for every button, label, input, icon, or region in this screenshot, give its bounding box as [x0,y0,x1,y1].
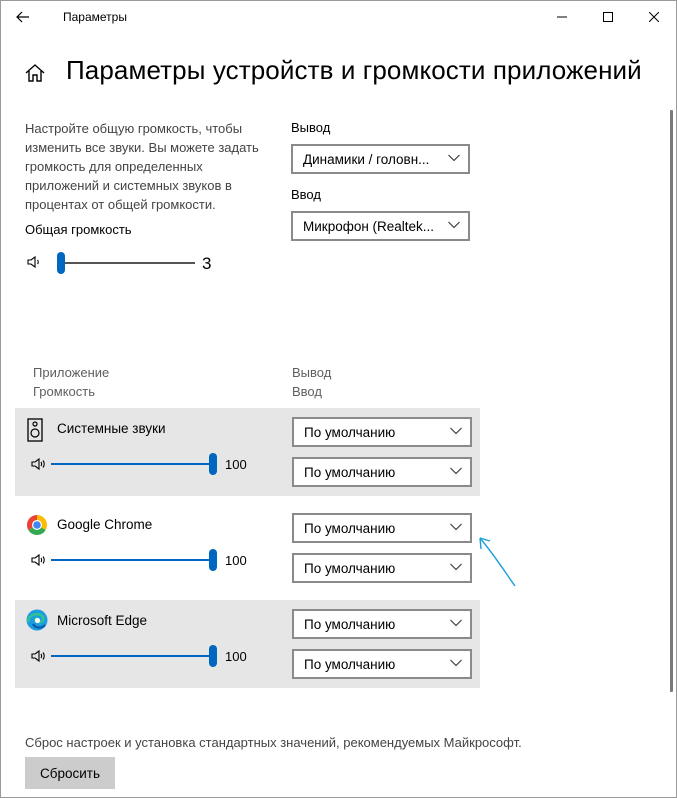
minimize-button[interactable] [539,0,585,34]
input-device-select[interactable]: Микрофон (Realtek... [291,211,470,241]
reset-description: Сброс настроек и установка стандартных з… [25,735,522,750]
column-volume: Громкость [33,384,95,399]
chevron-down-icon [448,154,460,162]
back-button[interactable] [8,4,38,30]
app-volume-thumb[interactable] [209,549,217,571]
app-volume-track[interactable] [51,463,214,465]
chevron-down-icon [450,467,462,475]
app-name-google-chrome: Google Chrome [57,517,153,532]
chevron-down-icon [450,563,462,571]
master-volume-track[interactable] [57,262,195,264]
chevron-down-icon [450,523,462,531]
chevron-down-icon [448,221,460,229]
master-volume-thumb[interactable] [57,252,65,274]
app-output-select[interactable]: По умолчанию [292,609,472,639]
app-output-value: По умолчанию [304,616,396,632]
column-input: Ввод [292,384,322,399]
chevron-down-icon [450,659,462,667]
output-device-value: Динамики / головн... [303,151,430,167]
home-icon[interactable] [24,62,46,84]
description-text: Настройте общую громкость, чтобы изменит… [25,121,259,212]
reset-button[interactable]: Сбросить [25,757,115,789]
app-input-select[interactable]: По умолчанию [292,649,472,679]
app-input-select[interactable]: По умолчанию [292,457,472,487]
master-volume-value: 3 [202,254,212,273]
column-app: Приложение [33,365,110,380]
output-device-select[interactable]: Динамики / головн... [291,144,470,174]
window-title: Параметры [63,10,127,24]
app-volume-value: 100 [225,457,247,472]
app-volume-thumb[interactable] [209,645,217,667]
app-input-value: По умолчанию [304,656,396,672]
app-output-select[interactable]: По умолчанию [292,417,472,447]
app-volume-track[interactable] [51,655,214,657]
system-sounds-icon [27,418,43,442]
app-output-select[interactable]: По умолчанию [292,513,472,543]
maximize-icon [603,12,613,22]
output-label: Вывод [291,120,331,135]
app-volume-thumb[interactable] [209,453,217,475]
chevron-down-icon [450,619,462,627]
edge-icon [26,609,48,631]
app-output-value: По умолчанию [304,520,396,536]
master-volume-label: Общая громкость [25,222,132,237]
maximize-button[interactable] [585,0,631,34]
app-input-value: По умолчанию [304,560,396,576]
speaker-icon[interactable] [27,255,43,269]
speaker-icon[interactable] [31,457,47,471]
app-volume-track[interactable] [51,559,214,561]
close-button[interactable] [631,0,677,34]
app-input-select[interactable]: По умолчанию [292,553,472,583]
title-bar: Параметры [0,0,677,34]
page-title: Параметры устройств и громкости приложен… [66,55,642,85]
app-volume-value: 100 [225,649,247,664]
app-input-value: По умолчанию [304,464,396,480]
input-label: Ввод [291,187,321,202]
chevron-down-icon [450,427,462,435]
speaker-icon[interactable] [31,649,47,663]
app-volume-value: 100 [225,553,247,568]
annotation-arrow-icon [479,537,516,587]
scrollbar[interactable] [670,110,673,692]
app-name-microsoft-edge: Microsoft Edge [57,613,148,628]
minimize-icon [557,16,567,18]
chrome-icon [27,515,47,535]
app-name-system-sounds: Системные звуки [57,421,166,436]
speaker-icon[interactable] [31,553,47,567]
column-output: Вывод [292,365,332,380]
input-device-value: Микрофон (Realtek... [303,218,435,234]
close-icon [649,12,659,22]
back-arrow-icon [16,11,29,23]
app-output-value: По умолчанию [304,424,396,440]
